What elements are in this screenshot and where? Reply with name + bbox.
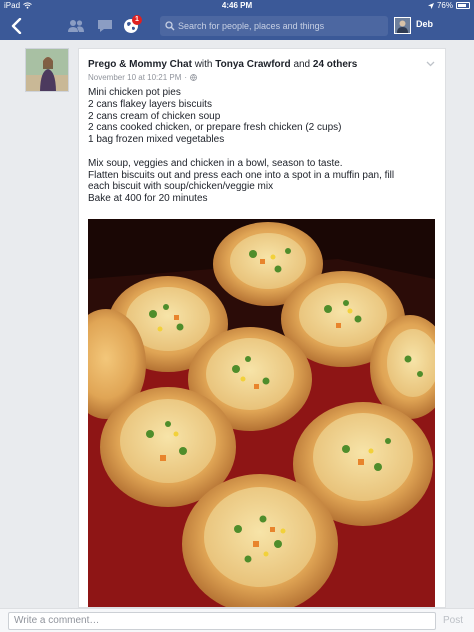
search-placeholder: Search for people, places and things xyxy=(178,21,325,31)
status-right: 76% xyxy=(427,1,470,10)
author-avatar[interactable] xyxy=(25,48,69,92)
status-bar: iPad 4:46 PM 76% xyxy=(0,0,474,12)
post-card: Prego & Mommy Chat with Tonya Crawford a… xyxy=(78,48,446,608)
location-arrow-icon xyxy=(427,2,434,9)
back-button[interactable] xyxy=(6,15,26,37)
notification-badge: 1 xyxy=(132,15,142,25)
battery-icon xyxy=(456,2,470,9)
messages-button[interactable] xyxy=(96,17,114,35)
messages-icon xyxy=(98,20,112,32)
ingredient-line: 1 bag frozen mixed vegetables xyxy=(88,134,225,146)
friend-requests-button[interactable] xyxy=(67,17,85,35)
search-input[interactable]: Search for people, places and things xyxy=(160,16,388,36)
recipe-title: Mini chicken pot pies xyxy=(88,87,181,98)
tagged-person-link[interactable]: Tonya Crawford xyxy=(215,59,290,70)
direction-line: Bake at 400 for 20 minutes xyxy=(88,193,208,205)
post-meta: November 10 at 10:21 PM · xyxy=(88,73,197,82)
ingredient-line: 2 cans cooked chicken, or prepare fresh … xyxy=(88,122,342,134)
meta-separator: · xyxy=(184,73,188,82)
post-body: Mini chicken pot pies 2 cans flakey laye… xyxy=(88,87,438,205)
author-photo xyxy=(26,49,68,91)
comment-bar: Write a comment… Post xyxy=(0,608,474,632)
and-text: and xyxy=(293,59,311,70)
direction-line: each biscuit with soup/chicken/veggie mi… xyxy=(88,181,274,193)
group-link[interactable]: Prego & Mommy Chat xyxy=(88,59,192,70)
post-photo[interactable] xyxy=(88,219,435,607)
with-text: with xyxy=(194,59,213,70)
chevron-down-icon xyxy=(426,61,435,67)
post-options-button[interactable] xyxy=(426,59,435,70)
post-comment-button[interactable]: Post xyxy=(443,615,463,626)
others-link[interactable]: 24 others xyxy=(313,59,357,70)
direction-line: Flatten biscuits out and press each one … xyxy=(88,169,395,181)
post-timestamp[interactable]: November 10 at 10:21 PM xyxy=(88,73,181,82)
user-name[interactable]: Deb xyxy=(416,19,433,29)
ingredient-line: 2 cans flakey layers biscuits xyxy=(88,98,212,110)
direction-line: Mix soup, veggies and chicken in a bowl,… xyxy=(88,157,343,169)
post-header: Prego & Mommy Chat with Tonya Crawford a… xyxy=(88,59,428,70)
pot-pies-photo xyxy=(88,219,435,607)
user-avatar[interactable] xyxy=(394,17,411,34)
top-navigation-bar: 1 Search for people, places and things D… xyxy=(0,12,474,40)
status-time: 4:46 PM xyxy=(221,1,253,10)
battery-percent: 76% xyxy=(436,1,453,10)
comment-placeholder: Write a comment… xyxy=(14,615,100,626)
ingredient-line: 2 cans cream of chicken soup xyxy=(88,110,221,122)
avatar-image xyxy=(395,18,410,33)
friends-icon xyxy=(68,20,84,32)
comment-input[interactable]: Write a comment… xyxy=(8,612,436,630)
search-icon xyxy=(165,21,175,31)
back-icon xyxy=(11,17,22,35)
audience-icon xyxy=(190,74,197,81)
